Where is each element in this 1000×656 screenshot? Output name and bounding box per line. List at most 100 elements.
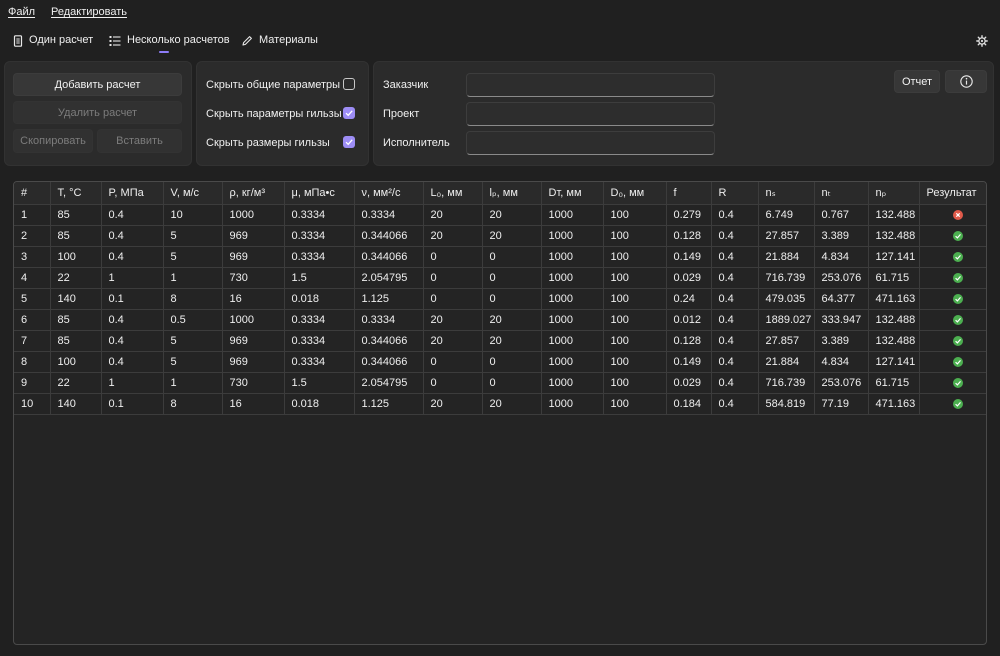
table-cell[interactable]: 1000 <box>222 309 285 331</box>
table-cell[interactable]: 0.184 <box>666 393 712 415</box>
table-cell[interactable]: 0 <box>423 267 483 289</box>
table-cell[interactable]: 0.3334 <box>284 225 355 247</box>
table-row[interactable]: 2 85 0.4 5 969 0.3334 0.344066 20 20 1000 100 0.128… <box>14 225 986 247</box>
column-header[interactable]: # <box>14 182 51 205</box>
table-cell[interactable]: 5 <box>14 288 51 310</box>
hide-general-checkbox[interactable] <box>343 78 355 90</box>
table-cell[interactable]: 0.767 <box>814 204 869 226</box>
table-cell[interactable]: 21.884 <box>758 246 815 268</box>
table-cell[interactable]: 100 <box>603 309 667 331</box>
table-cell[interactable]: 20 <box>423 225 483 247</box>
table-cell[interactable]: 1889.027 <box>758 309 815 331</box>
column-header[interactable]: R <box>711 182 759 205</box>
tab-multiple-calculations[interactable]: Несколько расчетов <box>109 34 230 54</box>
table-cell[interactable]: 1 <box>14 204 51 226</box>
table-cell[interactable]: 85 <box>50 225 102 247</box>
column-header[interactable]: P, МПа <box>101 182 164 205</box>
table-cell[interactable]: 4.834 <box>814 351 869 373</box>
table-cell[interactable]: 1 <box>101 267 164 289</box>
table-cell[interactable]: 20 <box>482 330 542 352</box>
table-cell[interactable]: 0.4 <box>711 393 759 415</box>
table-row[interactable]: 3 100 0.4 5 969 0.3334 0.344066 0 0 1000 100 0.149 0… <box>14 246 986 268</box>
table-cell[interactable]: 0.24 <box>666 288 712 310</box>
table-cell[interactable]: 716.739 <box>758 267 815 289</box>
table-cell[interactable]: 0.344066 <box>354 225 424 247</box>
table-cell[interactable]: 61.715 <box>868 372 920 394</box>
table-cell[interactable]: 1 <box>163 267 223 289</box>
table-cell[interactable]: 100 <box>603 372 667 394</box>
table-cell[interactable]: 0.4 <box>711 267 759 289</box>
table-cell[interactable]: 253.076 <box>814 267 869 289</box>
table-cell[interactable]: 0.012 <box>666 309 712 331</box>
table-cell[interactable]: 0 <box>423 288 483 310</box>
table-cell[interactable]: 0.344066 <box>354 246 424 268</box>
table-cell[interactable]: 0.4 <box>101 204 164 226</box>
table-cell[interactable]: 0.3334 <box>284 309 355 331</box>
table-cell[interactable]: 20 <box>482 204 542 226</box>
table-cell[interactable]: 1.125 <box>354 393 424 415</box>
table-cell[interactable]: 0.4 <box>101 309 164 331</box>
table-cell[interactable]: 0.029 <box>666 267 712 289</box>
table-cell[interactable]: 132.488 <box>868 225 920 247</box>
table-cell[interactable]: 0.4 <box>101 351 164 373</box>
table-cell[interactable]: 4.834 <box>814 246 869 268</box>
table-row[interactable]: 10 140 0.1 8 16 0.018 1.125 20 20 1000 100 0.184 0.4… <box>14 393 986 415</box>
table-cell[interactable]: 16 <box>222 288 285 310</box>
table-cell[interactable]: 6.749 <box>758 204 815 226</box>
table-cell[interactable]: 127.141 <box>868 246 920 268</box>
table-cell[interactable]: 969 <box>222 225 285 247</box>
table-cell[interactable]: 0 <box>482 267 542 289</box>
table-cell[interactable]: 6 <box>14 309 51 331</box>
table-cell[interactable]: 2 <box>14 225 51 247</box>
table-cell[interactable]: 0 <box>423 372 483 394</box>
table-cell[interactable]: 716.739 <box>758 372 815 394</box>
table-row[interactable]: 8 100 0.4 5 969 0.3334 0.344066 0 0 1000 100 0.149 0… <box>14 351 986 373</box>
table-cell[interactable]: 8 <box>14 351 51 373</box>
menu-file[interactable]: Файл <box>8 6 35 18</box>
table-cell[interactable]: 20 <box>423 309 483 331</box>
table-cell[interactable]: 3 <box>14 246 51 268</box>
table-cell[interactable]: 27.857 <box>758 225 815 247</box>
table-cell[interactable]: 3.389 <box>814 225 869 247</box>
table-cell[interactable]: 1 <box>101 372 164 394</box>
table-cell[interactable]: 969 <box>222 351 285 373</box>
table-cell[interactable]: 969 <box>222 246 285 268</box>
info-button[interactable] <box>945 70 987 93</box>
table-cell[interactable]: 100 <box>603 267 667 289</box>
table-cell[interactable]: 100 <box>603 288 667 310</box>
table-cell[interactable]: 5 <box>163 225 223 247</box>
table-cell[interactable]: 0.3334 <box>284 204 355 226</box>
menu-edit[interactable]: Редактировать <box>51 6 127 18</box>
table-cell[interactable]: 85 <box>50 204 102 226</box>
table-cell[interactable]: 0.128 <box>666 330 712 352</box>
table-cell[interactable]: 1.125 <box>354 288 424 310</box>
tab-single-calculation[interactable]: Один расчет <box>13 34 93 54</box>
table-cell[interactable]: 3.389 <box>814 330 869 352</box>
table-cell[interactable]: 0.4 <box>711 372 759 394</box>
table-cell[interactable]: 10 <box>163 204 223 226</box>
table-cell[interactable]: 100 <box>603 246 667 268</box>
table-cell[interactable]: 27.857 <box>758 330 815 352</box>
column-header[interactable]: D₀, мм <box>603 182 667 205</box>
table-cell[interactable]: 140 <box>50 288 102 310</box>
table-cell[interactable]: 0.3334 <box>354 309 424 331</box>
table-cell[interactable]: 9 <box>14 372 51 394</box>
customer-field[interactable] <box>466 73 715 97</box>
table-cell[interactable]: 969 <box>222 330 285 352</box>
table-cell[interactable]: 0.3334 <box>284 246 355 268</box>
table-cell[interactable]: 85 <box>50 309 102 331</box>
table-cell[interactable]: 1000 <box>541 372 604 394</box>
tab-materials[interactable]: Материалы <box>241 34 318 54</box>
table-cell[interactable]: 8 <box>163 393 223 415</box>
table-cell[interactable]: 0.149 <box>666 246 712 268</box>
table-cell[interactable]: 0.4 <box>101 246 164 268</box>
table-cell[interactable]: 471.163 <box>868 393 920 415</box>
report-button[interactable]: Отчет <box>894 70 940 93</box>
table-cell[interactable]: 77.19 <box>814 393 869 415</box>
table-cell[interactable]: 0.4 <box>711 330 759 352</box>
table-cell[interactable]: 1000 <box>541 267 604 289</box>
table-cell[interactable]: 0.344066 <box>354 351 424 373</box>
table-cell[interactable]: 20 <box>423 204 483 226</box>
column-header[interactable]: nₛ <box>758 182 815 205</box>
table-cell[interactable]: 20 <box>482 309 542 331</box>
